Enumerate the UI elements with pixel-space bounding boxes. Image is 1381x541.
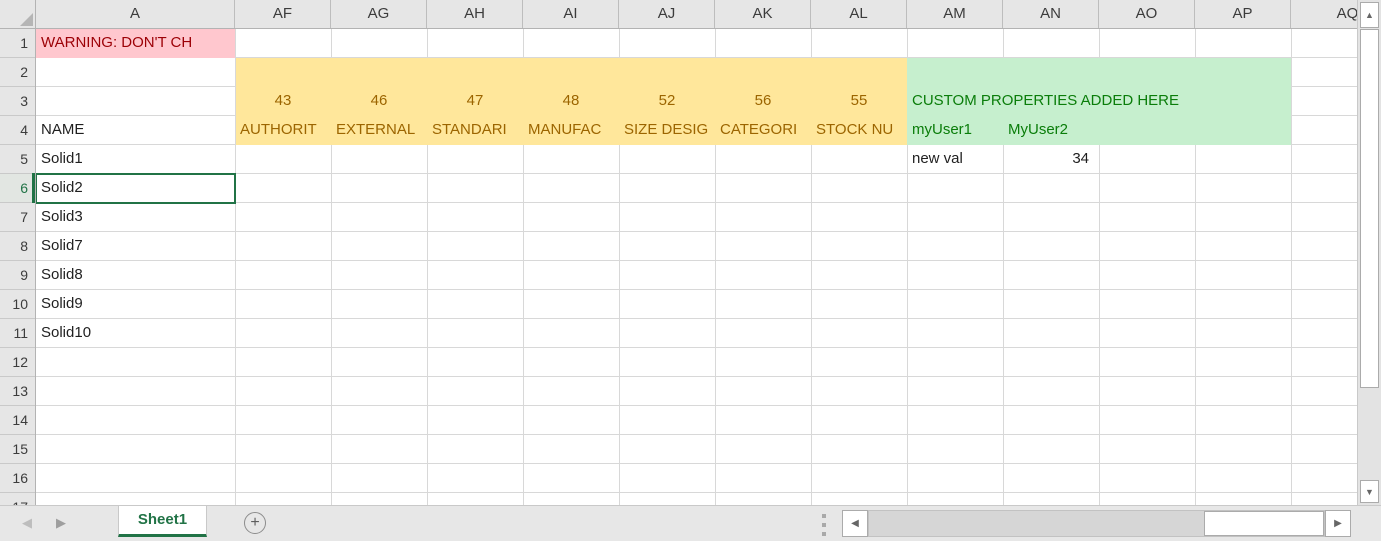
row-header-column: 1 2 3 4 5 6 7 8 9 10 11 12 13 14 15 16 1…: [0, 29, 36, 505]
tab-nav-left-icon: ◀: [22, 515, 32, 530]
column-header-ag[interactable]: AG: [331, 0, 427, 28]
cell-name-row[interactable]: Solid1: [36, 145, 235, 174]
cell-name-row[interactable]: Solid7: [36, 232, 235, 261]
column-header-row: A AF AG AH AI AJ AK AL AM AN AO AP AQ: [36, 0, 1357, 29]
scroll-down-icon: ▼: [1365, 487, 1374, 497]
cell-custom-property-header[interactable]: myUser1: [907, 116, 1003, 145]
select-all-corner[interactable]: [0, 0, 36, 29]
row-header-11[interactable]: 11: [0, 319, 35, 348]
column-header-aj[interactable]: AJ: [619, 0, 715, 28]
row-header-8[interactable]: 8: [0, 232, 35, 261]
scroll-left-button[interactable]: ◀: [842, 510, 868, 537]
cell-name-row-active[interactable]: Solid2: [36, 174, 235, 203]
cell-property-header[interactable]: STANDARI: [427, 116, 523, 145]
column-header-ah[interactable]: AH: [427, 0, 523, 28]
cell-property-id[interactable]: 43: [235, 87, 331, 116]
spreadsheet-window: WARNING: DON'T CH NAME Solid1 Solid2 Sol…: [0, 0, 1381, 541]
scroll-down-button[interactable]: ▼: [1360, 480, 1379, 503]
cell-name-row[interactable]: Solid3: [36, 203, 235, 232]
row-header-15[interactable]: 15: [0, 435, 35, 464]
column-header-aq[interactable]: AQ: [1291, 0, 1357, 28]
row-header-17[interactable]: 17: [0, 493, 35, 505]
row-selection-bar: [32, 173, 35, 203]
cell-property-header[interactable]: CATEGORI: [715, 116, 811, 145]
cell-custom-value-number[interactable]: 34: [1003, 145, 1097, 174]
row-header-16[interactable]: 16: [0, 464, 35, 493]
sheet-grid[interactable]: WARNING: DON'T CH NAME Solid1 Solid2 Sol…: [36, 29, 1357, 505]
row-header-6-label: 6: [20, 180, 28, 196]
cell-property-header[interactable]: STOCK NU: [811, 116, 907, 145]
cell-a1-warning[interactable]: WARNING: DON'T CH: [36, 29, 235, 58]
splitter-dot-icon: [822, 514, 826, 518]
cell-property-header[interactable]: SIZE DESIG: [619, 116, 715, 145]
row-header-10[interactable]: 10: [0, 290, 35, 319]
cell-name-row[interactable]: Solid10: [36, 319, 235, 348]
row-header-2[interactable]: 2: [0, 58, 35, 87]
column-header-ao[interactable]: AO: [1099, 0, 1195, 28]
cell-property-id[interactable]: 46: [331, 87, 427, 116]
column-header-ap[interactable]: AP: [1195, 0, 1291, 28]
horizontal-scrollbar[interactable]: [868, 510, 1325, 537]
cell-property-header[interactable]: MANUFAC: [523, 116, 619, 145]
sheet-tab-bar: ◀ ▶ Sheet1 + ◀ ▶: [0, 505, 1381, 541]
row-header-9[interactable]: 9: [0, 261, 35, 290]
vertical-scrollbar-thumb[interactable]: [1360, 29, 1379, 388]
tab-nav-right-button[interactable]: ▶: [56, 513, 66, 533]
row-header-5[interactable]: 5: [0, 145, 35, 174]
scroll-right-icon: ▶: [1334, 518, 1342, 529]
row-header-12[interactable]: 12: [0, 348, 35, 377]
cell-property-id[interactable]: 56: [715, 87, 811, 116]
row-header-6-selected[interactable]: 6: [0, 174, 35, 203]
horizontal-scrollbar-thumb[interactable]: [1204, 511, 1324, 536]
row-header-4[interactable]: 4: [0, 116, 35, 145]
tab-nav-right-icon: ▶: [56, 515, 66, 530]
cell-property-id[interactable]: 48: [523, 87, 619, 116]
row-header-1[interactable]: 1: [0, 29, 35, 58]
select-all-triangle-icon: [20, 13, 33, 26]
column-header-ak[interactable]: AK: [715, 0, 811, 28]
scroll-left-icon: ◀: [851, 518, 859, 529]
cell-custom-value-text[interactable]: new val: [907, 145, 1003, 174]
scroll-up-icon: ▲: [1365, 10, 1374, 20]
cell-property-id[interactable]: 52: [619, 87, 715, 116]
splitter-dot-icon: [822, 532, 826, 536]
cell-custom-properties-title[interactable]: CUSTOM PROPERTIES ADDED HERE: [907, 87, 1287, 116]
scroll-up-button[interactable]: ▲: [1360, 2, 1379, 28]
scroll-right-button[interactable]: ▶: [1325, 510, 1351, 537]
column-header-am[interactable]: AM: [907, 0, 1003, 28]
splitter-dot-icon: [822, 523, 826, 527]
cell-property-header[interactable]: AUTHORIT: [235, 116, 331, 145]
tab-sheet1[interactable]: Sheet1: [118, 506, 207, 537]
tab-scrollbar-splitter-handle[interactable]: [822, 514, 826, 536]
column-header-an[interactable]: AN: [1003, 0, 1099, 28]
cell-a4-name-header[interactable]: NAME: [36, 116, 235, 145]
row-header-3[interactable]: 3: [0, 87, 35, 116]
column-header-al[interactable]: AL: [811, 0, 907, 28]
cell-custom-property-header[interactable]: MyUser2: [1003, 116, 1099, 145]
row-header-13[interactable]: 13: [0, 377, 35, 406]
column-header-a[interactable]: A: [36, 0, 235, 28]
cell-property-id[interactable]: 55: [811, 87, 907, 116]
plus-circle-icon: +: [250, 514, 259, 531]
cell-name-row[interactable]: Solid8: [36, 261, 235, 290]
cell-name-row[interactable]: Solid9: [36, 290, 235, 319]
row-header-14[interactable]: 14: [0, 406, 35, 435]
vertical-scrollbar[interactable]: ▲ ▼: [1357, 0, 1381, 505]
tab-nav-left-button[interactable]: ◀: [22, 513, 32, 533]
cell-property-header[interactable]: EXTERNAL: [331, 116, 427, 145]
cell-property-id[interactable]: 47: [427, 87, 523, 116]
new-sheet-button[interactable]: +: [244, 512, 266, 534]
column-header-af[interactable]: AF: [235, 0, 331, 28]
row-header-7[interactable]: 7: [0, 203, 35, 232]
column-header-ai[interactable]: AI: [523, 0, 619, 28]
